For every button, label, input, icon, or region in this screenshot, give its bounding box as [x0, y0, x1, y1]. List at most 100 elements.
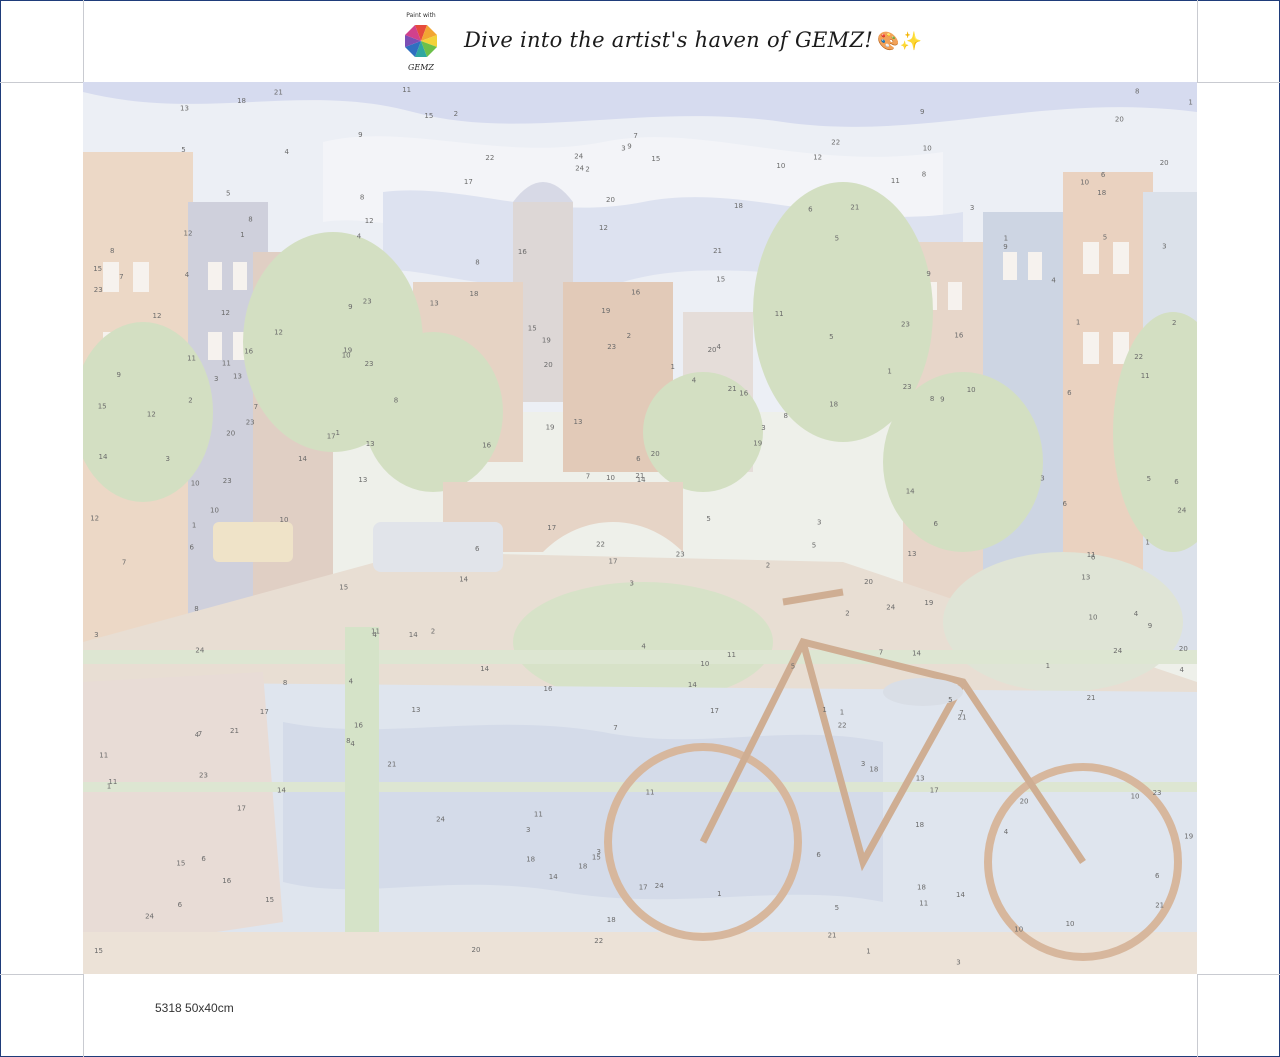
region-number: 20: [1020, 797, 1029, 805]
region-number: 4: [285, 148, 290, 156]
region-number: 8: [248, 215, 252, 223]
region-number: 3: [861, 760, 865, 768]
region-number: 11: [891, 177, 900, 185]
region-number: 4: [349, 677, 354, 685]
region-number: 8: [194, 605, 198, 613]
region-number: 15: [94, 947, 103, 955]
region-number: 10: [967, 386, 976, 394]
region-number: 12: [813, 153, 822, 161]
region-number: 6: [178, 901, 183, 909]
region-number: 22: [485, 154, 494, 162]
region-number: 13: [916, 775, 925, 783]
region-number: 23: [1153, 789, 1162, 797]
region-number: 10: [1066, 920, 1075, 928]
region-number: 10: [923, 145, 932, 153]
region-number: 16: [354, 722, 363, 730]
region-number: 4: [1051, 277, 1056, 285]
region-number: 4: [185, 271, 190, 279]
region-number: 15: [98, 403, 107, 411]
region-number: 1: [717, 890, 721, 898]
region-number: 11: [99, 752, 108, 760]
region-number: 18: [607, 916, 616, 924]
region-number: 24: [1177, 507, 1186, 515]
region-number: 22: [596, 541, 605, 549]
region-number: 12: [147, 411, 156, 419]
region-number: 8: [110, 247, 114, 255]
region-number: 4: [1004, 828, 1009, 836]
region-number: 22: [838, 722, 847, 730]
region-number: 3: [1040, 474, 1044, 482]
tagline-text: Dive into the artist's haven of GEMZ!: [464, 28, 874, 52]
region-number: 23: [94, 286, 103, 294]
paint-by-numbers-canvas: 3 13 15 19 12 4 5 24 23 14 5 6 4 9 6 6 19 6 2 16 11 21 7 4 21 21 1…: [83, 82, 1197, 974]
region-number: 10: [191, 480, 200, 488]
region-number: 11: [727, 651, 736, 659]
region-number: 18: [869, 765, 878, 773]
region-number: 8: [922, 170, 926, 178]
logo-text-bottom: GEMZ: [408, 63, 434, 72]
region-number: 1: [887, 368, 891, 376]
region-number: 22: [594, 937, 603, 945]
region-number: 23: [676, 551, 685, 559]
region-number: 17: [639, 884, 648, 892]
region-number: 17: [547, 524, 556, 532]
crop-guide-right-bottom: [1197, 974, 1198, 1057]
region-number: 15: [651, 155, 660, 163]
region-number: 20: [651, 450, 660, 458]
region-number: 10: [1014, 925, 1023, 933]
region-number: 7: [879, 649, 883, 657]
region-number: 9: [1003, 243, 1007, 251]
region-number: 9: [940, 396, 944, 404]
region-number: 9: [1148, 622, 1152, 630]
region-number: 3: [630, 580, 634, 588]
region-number: 5: [181, 146, 185, 154]
region-number: 24: [195, 647, 204, 655]
region-number: 17: [930, 787, 939, 795]
region-number: 8: [930, 395, 934, 403]
region-number: 4: [350, 740, 355, 748]
region-number: 12: [221, 309, 230, 317]
region-number: 6: [475, 545, 480, 553]
region-number: 18: [470, 290, 479, 298]
region-number: 8: [346, 737, 350, 745]
region-number: 9: [358, 131, 362, 139]
region-number: 16: [544, 685, 553, 693]
region-number: 1: [192, 521, 196, 529]
region-number: 19: [924, 599, 933, 607]
region-number: 9: [348, 303, 352, 311]
region-number: 17: [327, 432, 336, 440]
region-number: 3: [94, 631, 98, 639]
fold-guide-bottom-right: [1197, 974, 1280, 975]
region-number: 13: [908, 550, 917, 558]
region-number: 11: [402, 86, 411, 94]
region-number: 2: [431, 628, 435, 636]
region-number: 7: [633, 132, 637, 140]
region-number: 14: [549, 873, 558, 881]
region-number: 1: [822, 706, 826, 714]
region-number: 12: [184, 230, 193, 238]
region-number: 6: [201, 855, 206, 863]
region-number: 17: [237, 805, 246, 813]
region-number: 8: [1135, 88, 1139, 96]
region-number: 1: [1004, 234, 1008, 242]
region-number: 11: [646, 789, 655, 797]
region-number: 8: [283, 679, 287, 687]
region-number: 13: [366, 440, 375, 448]
region-number: 20: [472, 946, 481, 954]
region-number: 3: [526, 826, 530, 834]
region-number: 13: [412, 706, 421, 714]
region-number: 8: [475, 259, 479, 267]
region-number: 21: [1087, 694, 1096, 702]
region-number: 5: [1103, 234, 1107, 242]
region-number: 11: [775, 310, 784, 318]
region-number: 15: [93, 265, 102, 273]
region-number: 14: [688, 681, 697, 689]
region-number: 20: [544, 361, 553, 369]
region-number: 21: [728, 385, 737, 393]
region-number: 18: [1097, 189, 1106, 197]
region-number: 14: [409, 631, 418, 639]
region-number: 10: [210, 507, 219, 515]
region-number: 21: [850, 204, 859, 212]
region-number: 14: [99, 453, 108, 461]
region-number: 7: [613, 724, 617, 732]
